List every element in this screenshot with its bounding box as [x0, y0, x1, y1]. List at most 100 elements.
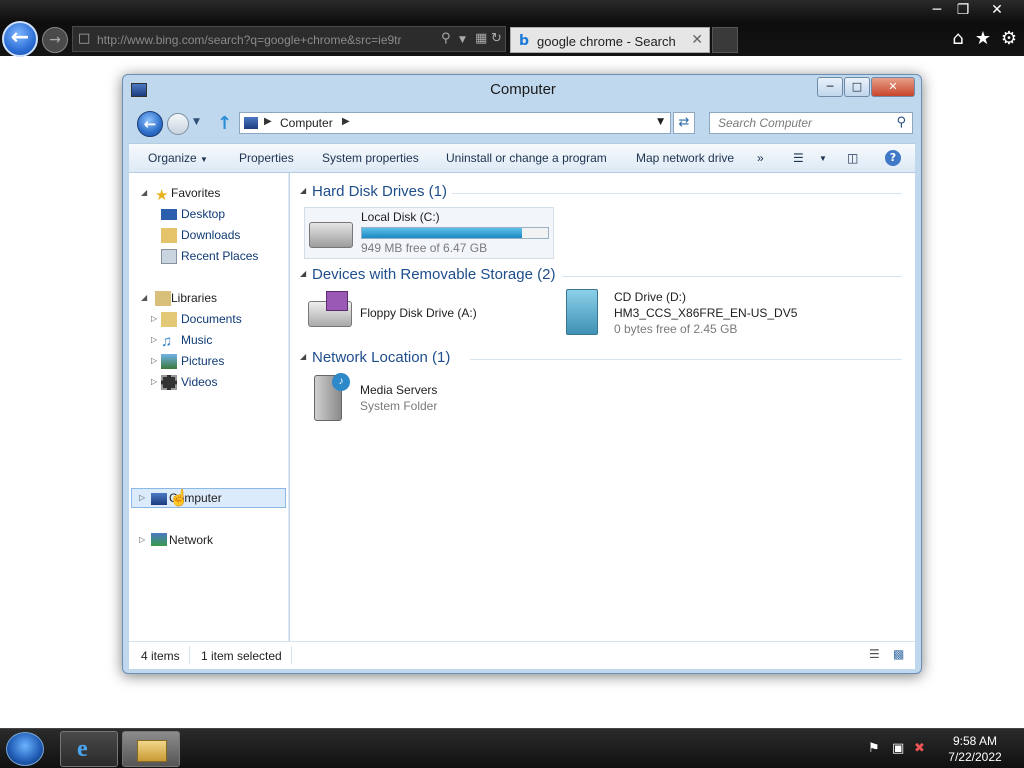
window-maximize-button[interactable]: □ — [844, 77, 870, 97]
group-title: Network Location (1) — [312, 349, 451, 366]
collapsed-arrow-icon[interactable]: ▷ — [151, 314, 157, 323]
nav-music[interactable]: ▷ ♫ Music — [149, 332, 279, 350]
explorer-window: Computer ─ □ ✕ ← ▼ ↑ ▶ Computer ▶ ▼ ⇄ Se… — [122, 74, 922, 674]
item-name: Floppy Disk Drive (A:) — [360, 306, 477, 320]
group-title: Hard Disk Drives (1) — [312, 183, 448, 200]
clock[interactable]: 9:58 AM 7/22/2022 — [930, 733, 1020, 765]
more-commands-button[interactable]: » — [757, 151, 764, 165]
floppy-disk-icon — [326, 291, 348, 311]
up-button[interactable]: ↑ — [217, 113, 232, 134]
navigation-pane: ◢ ★ Favorites Desktop Downloads Recent P… — [129, 173, 289, 641]
browser-toolbar: ← → □ http://www.bing.com/search?q=googl… — [0, 0, 1024, 57]
refresh-button[interactable]: ⇄ — [673, 112, 695, 134]
nav-documents[interactable]: ▷ Documents — [149, 311, 279, 329]
uninstall-button[interactable]: Uninstall or change a program — [446, 151, 607, 165]
close-tab-icon[interactable]: ✕ — [691, 32, 703, 48]
nav-libraries[interactable]: ◢ Libraries — [141, 290, 281, 308]
page-icon: □ — [78, 31, 91, 46]
home-icon[interactable]: ⌂ — [946, 28, 970, 49]
chevron-down-icon[interactable]: ▼ — [657, 117, 664, 127]
nav-downloads[interactable]: Downloads — [159, 227, 279, 245]
computer-icon — [244, 117, 258, 129]
expand-arrow-icon[interactable]: ◢ — [141, 293, 147, 302]
item-local-disk[interactable]: Local Disk (C:) 949 MB free of 6.47 GB — [304, 207, 554, 259]
change-view-icon[interactable]: ☰ — [793, 151, 804, 165]
nav-label: Pictures — [181, 354, 225, 368]
browser-back-button[interactable]: ← — [2, 21, 38, 57]
volume-muted-icon[interactable]: ✖ — [914, 741, 925, 756]
chevron-down-icon[interactable]: ▼ — [819, 154, 827, 163]
collapsed-arrow-icon[interactable]: ▷ — [139, 493, 145, 502]
collapsed-arrow-icon[interactable]: ▷ — [139, 535, 145, 544]
breadcrumb[interactable]: ▶ Computer ▶ ▼ — [239, 112, 671, 134]
status-bar: 4 items 1 item selected ☰ ▩ — [129, 641, 915, 669]
action-center-flag-icon[interactable]: ⚑ — [868, 741, 880, 756]
search-icon[interactable]: ⚲ — [896, 115, 906, 130]
help-icon[interactable]: ? — [885, 150, 901, 166]
new-tab-button[interactable] — [712, 27, 738, 53]
browser-forward-button[interactable]: → — [42, 27, 68, 53]
expand-arrow-icon[interactable]: ◢ — [141, 188, 147, 197]
map-network-drive-button[interactable]: Map network drive — [636, 151, 734, 165]
system-properties-button[interactable]: System properties — [322, 151, 419, 165]
collapse-group-icon[interactable]: ◢ — [300, 186, 306, 195]
restore-button[interactable]: ❐ — [946, 0, 980, 20]
favorites-star-icon[interactable]: ★ — [971, 28, 995, 49]
gear-icon[interactable]: ⚙ — [997, 28, 1021, 49]
nav-favorites[interactable]: ◢ ★ Favorites — [141, 185, 281, 204]
nav-network[interactable]: ▷ Network — [139, 532, 279, 550]
hand-cursor-icon: ☝ — [169, 490, 189, 507]
nav-label: Network — [169, 533, 214, 547]
nav-label: Downloads — [181, 228, 241, 242]
recent-pages-dropdown[interactable]: ▼ — [193, 117, 200, 127]
nav-desktop[interactable]: Desktop — [159, 206, 279, 224]
organize-label: Organize — [148, 151, 197, 165]
nav-label: Libraries — [171, 291, 218, 305]
close-button[interactable]: ✕ — [980, 0, 1014, 20]
large-icons-view-icon[interactable]: ▩ — [893, 647, 904, 661]
network-tray-icon[interactable]: ▣ — [892, 741, 904, 756]
breadcrumb-separator-icon[interactable]: ▶ — [264, 116, 272, 127]
window-minimize-button[interactable]: ─ — [817, 77, 843, 97]
tab-label: google chrome - Search — [537, 34, 676, 49]
item-cd-drive[interactable]: CD Drive (D:) HM3_CCS_X86FRE_EN-US_DV5 0… — [558, 289, 808, 339]
details-view-icon[interactable]: ☰ — [869, 647, 880, 661]
search-input[interactable]: Search Computer ⚲ — [709, 112, 913, 134]
item-media-servers[interactable]: ♪ Media Servers System Folder — [304, 373, 504, 423]
collapsed-arrow-icon[interactable]: ▷ — [151, 356, 157, 365]
breadcrumb-computer[interactable]: Computer — [280, 116, 333, 130]
properties-button[interactable]: Properties — [239, 151, 294, 165]
collapsed-arrow-icon[interactable]: ▷ — [151, 335, 157, 344]
clock-time: 9:58 AM — [952, 734, 998, 748]
music-note-icon: ♪ — [332, 373, 350, 391]
status-divider — [291, 646, 292, 664]
tab-google-chrome-search[interactable]: b google chrome - Search ✕ — [510, 27, 710, 53]
downloads-folder-icon — [161, 228, 177, 243]
start-button[interactable] — [6, 732, 44, 766]
nav-recent-places[interactable]: Recent Places — [159, 248, 279, 266]
nav-pictures[interactable]: ▷ Pictures — [149, 353, 279, 371]
preview-pane-icon[interactable]: ◫ — [847, 151, 858, 165]
collapsed-arrow-icon[interactable]: ▷ — [151, 377, 157, 386]
forward-button[interactable] — [167, 113, 189, 135]
refresh-icon[interactable]: ↻ — [491, 31, 502, 46]
compat-view-icon[interactable]: ▦ — [475, 31, 487, 46]
breadcrumb-separator-icon[interactable]: ▶ — [342, 116, 350, 127]
search-icon[interactable]: ⚲ — [441, 31, 451, 46]
item-floppy-drive[interactable]: Floppy Disk Drive (A:) — [304, 289, 534, 339]
disk-usage-fill — [362, 228, 522, 238]
window-close-button[interactable]: ✕ — [871, 77, 915, 97]
nav-computer[interactable]: ▷ Computer ☝ — [139, 490, 279, 508]
taskbar-internet-explorer[interactable]: e — [60, 731, 118, 767]
collapse-group-icon[interactable]: ◢ — [300, 269, 306, 278]
back-button[interactable]: ← — [137, 111, 163, 137]
pictures-icon — [161, 354, 177, 369]
nav-videos[interactable]: ▷ Videos — [149, 374, 279, 392]
collapse-group-icon[interactable]: ◢ — [300, 352, 306, 361]
chevron-down-icon[interactable]: ▼ — [459, 35, 466, 45]
item-name: CD Drive (D:) — [614, 290, 686, 304]
item-free-space: 0 bytes free of 2.45 GB — [614, 322, 738, 336]
organize-button[interactable]: Organize ▼ — [148, 151, 208, 165]
taskbar-windows-explorer[interactable] — [122, 731, 180, 767]
address-bar[interactable]: □ http://www.bing.com/search?q=google+ch… — [72, 26, 506, 52]
